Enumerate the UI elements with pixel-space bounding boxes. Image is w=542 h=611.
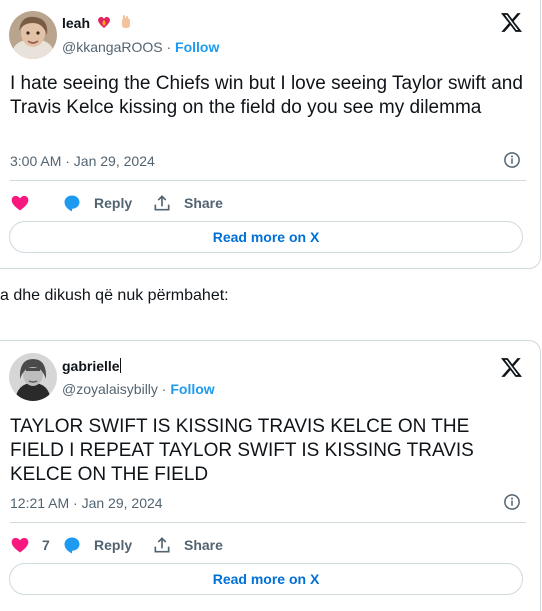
tweet-timestamp[interactable]: 12:21 AM · Jan 29, 2024 — [10, 495, 163, 511]
share-icon — [154, 537, 170, 553]
x-logo-icon[interactable] — [500, 356, 523, 379]
author-handle-row: @kkangaROOS · Follow — [62, 39, 219, 55]
info-icon[interactable] — [503, 151, 521, 169]
avatar[interactable] — [9, 11, 57, 59]
share-label: Share — [184, 195, 223, 211]
text-cursor — [119, 358, 121, 373]
info-icon[interactable] — [503, 493, 521, 511]
divider — [10, 522, 526, 523]
read-more-button[interactable]: Read more on X — [9, 221, 523, 253]
separator: · — [157, 381, 171, 397]
share-button[interactable]: Share — [152, 193, 223, 213]
x-logo-icon[interactable] — [500, 11, 523, 34]
share-icon — [154, 195, 170, 211]
reply-label: Reply — [94, 195, 133, 211]
like-button[interactable] — [10, 193, 42, 213]
tweet-embed-1: leah @kkangaROOS · Follow I hate seeing … — [0, 0, 541, 269]
author-handle[interactable]: @kkangaROOS — [62, 39, 163, 55]
heart-icon — [11, 195, 29, 211]
like-count: 7 — [42, 537, 50, 553]
avatar[interactable] — [9, 353, 57, 401]
like-button[interactable]: 7 — [10, 535, 50, 555]
follow-button[interactable]: Follow — [175, 39, 219, 55]
article-text-content: a dhe dikush që nuk përmbahet: — [0, 287, 229, 304]
share-button[interactable]: Share — [152, 535, 223, 555]
reply-button[interactable]: Reply — [62, 193, 132, 213]
read-more-button[interactable]: Read more on X — [9, 563, 523, 595]
tweet-text: TAYLOR SWIFT IS KISSING TRAVIS KELCE ON … — [10, 416, 474, 485]
reply-button[interactable]: Reply — [62, 535, 132, 555]
author-handle-row: @zoyalaisybilly · Follow — [62, 381, 215, 397]
tweet-timestamp[interactable]: 3:00 AM · Jan 29, 2024 — [10, 153, 155, 169]
heart-on-fire-icon — [96, 14, 112, 33]
reply-bubble-icon — [64, 195, 80, 212]
author-name-text: leah — [62, 15, 91, 31]
tweet-text: I hate seeing the Chiefs win but I love … — [10, 73, 523, 118]
author-name-text: gabrielle — [62, 358, 120, 374]
author-name[interactable]: leah — [62, 14, 134, 33]
divider — [10, 180, 526, 181]
author-name[interactable]: gabrielle — [62, 358, 121, 374]
reply-label: Reply — [94, 537, 133, 553]
reply-bubble-icon — [64, 537, 80, 554]
share-label: Share — [184, 537, 223, 553]
follow-button[interactable]: Follow — [170, 381, 214, 397]
heart-icon — [11, 537, 29, 553]
article-text: a dhe dikush që nuk përmbahet: — [0, 287, 229, 305]
tweet-embed-2: gabrielle @zoyalaisybilly · Follow TAYLO… — [0, 340, 541, 611]
hand-icon — [118, 14, 134, 33]
author-handle[interactable]: @zoyalaisybilly — [62, 381, 158, 397]
separator: · — [162, 39, 176, 55]
